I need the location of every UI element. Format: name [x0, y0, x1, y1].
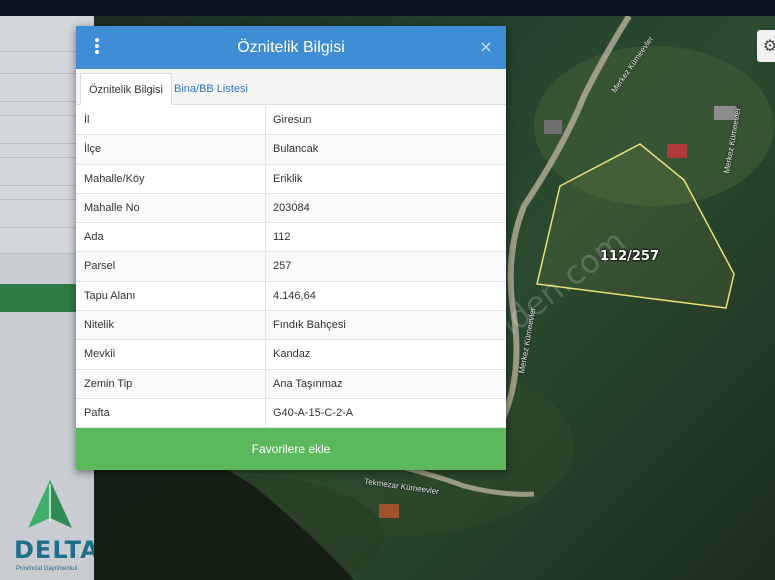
- attribute-key: Parsel: [76, 252, 266, 281]
- tab-building-list[interactable]: Bina/BB Listesi: [166, 73, 256, 105]
- attribute-value: G40-A-15-C-2-A: [273, 406, 354, 419]
- tab-attribute-info[interactable]: Öznitelik Bilgisi: [80, 73, 172, 105]
- modal-title: Öznitelik Bilgisi: [237, 39, 345, 56]
- attribute-key: Mahalle No: [76, 193, 266, 223]
- attribute-value: Ana Taşınmaz: [273, 377, 343, 390]
- logo-subtitle: Provincial Gayrimenkul: [16, 566, 78, 572]
- attribute-key: İlçe: [76, 135, 266, 164]
- attribute-value: Giresun: [273, 114, 312, 126]
- table-row: Tapu Alanı 4.146,64: [76, 281, 506, 312]
- table-row: İl Giresun: [76, 106, 506, 136]
- attribute-key: Tapu Alanı: [76, 281, 266, 311]
- modal-header: Öznitelik Bilgisi ×: [76, 26, 506, 69]
- attribute-value: Fındık Bahçesi: [273, 319, 346, 332]
- attribute-value: 203084: [273, 201, 310, 214]
- attribute-key: Zemin Tip: [76, 369, 266, 398]
- table-row: Zemin Tip Ana Taşınmaz: [76, 369, 506, 399]
- attribute-info-modal: Öznitelik Bilgisi × Öznitelik Bilgisi Bi…: [76, 26, 506, 470]
- attribute-value: 4.146,64: [273, 289, 316, 302]
- attribute-table: İl Giresun İlçe Bulancak Mahalle/Köy Eriklik M…: [76, 106, 506, 429]
- attribute-key: İl: [76, 106, 266, 135]
- settings-button[interactable]: ⚙: [757, 30, 775, 62]
- attribute-value: 112: [273, 231, 291, 244]
- table-row: Pafta G40-A-15-C-2-A: [76, 398, 506, 429]
- logo-name: DELTA: [14, 536, 100, 564]
- leaf-icon: [28, 480, 72, 528]
- table-row: İlçe Bulancak: [76, 135, 506, 165]
- table-row: Mevkii Kandaz: [76, 340, 506, 370]
- attribute-value: Bulancak: [273, 143, 319, 156]
- gear-icon: ⚙: [762, 36, 775, 55]
- attribute-key: Ada: [76, 223, 266, 252]
- attribute-key: Mevkii: [76, 340, 266, 369]
- table-row: Mahalle No 203084: [76, 193, 506, 224]
- close-icon[interactable]: ×: [478, 38, 494, 56]
- attribute-value: Kandaz: [273, 348, 311, 361]
- top-bar: [0, 0, 775, 16]
- attribute-key: Nitelik: [76, 311, 266, 340]
- attribute-value: Eriklik: [273, 172, 303, 185]
- more-vertical-icon[interactable]: [92, 38, 102, 58]
- tab-bar: Öznitelik Bilgisi Bina/BB Listesi: [76, 69, 506, 105]
- add-to-favorites-button[interactable]: Favorilere ekle: [76, 428, 506, 470]
- table-row: Parsel 257: [76, 252, 506, 282]
- attribute-key: Pafta: [76, 398, 266, 428]
- table-row: Ada 112: [76, 223, 506, 253]
- attribute-value: 257: [273, 260, 292, 273]
- delta-logo: DELTA Provincial Gayrimenkul: [10, 478, 99, 578]
- table-row: Nitelik Fındık Bahçesi: [76, 311, 506, 341]
- table-row: Mahalle/Köy Eriklik: [76, 164, 506, 194]
- attribute-key: Mahalle/Köy: [76, 164, 266, 193]
